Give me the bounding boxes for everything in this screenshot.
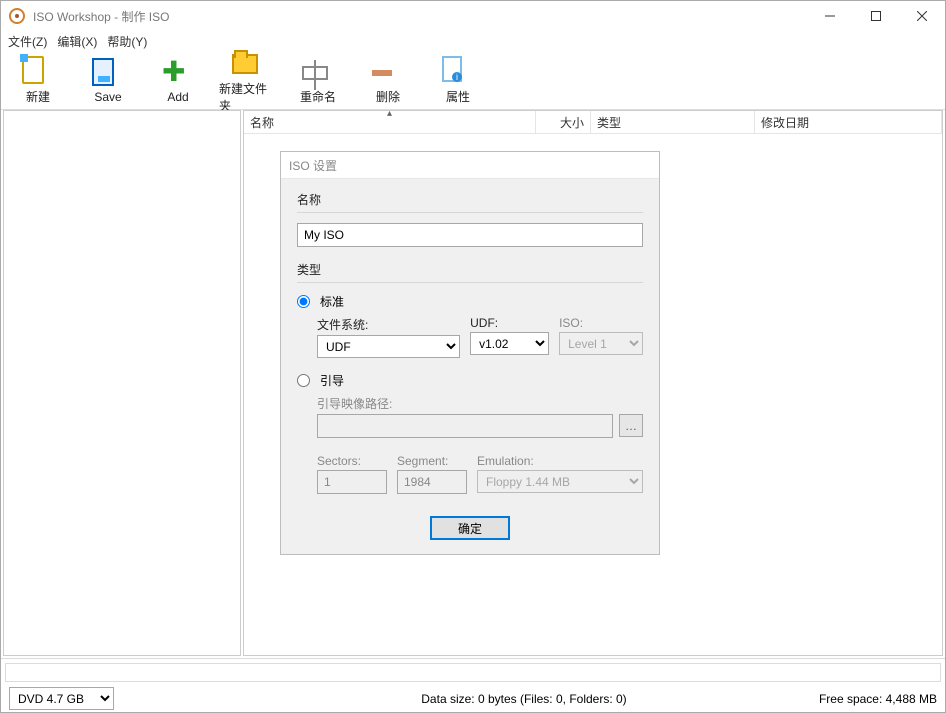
add-button[interactable]: ✚ Add: [149, 58, 207, 104]
footer: DVD 4.7 GB Data size: 0 bytes (Files: 0,…: [1, 685, 945, 712]
menu-help[interactable]: 帮助(Y): [107, 33, 147, 50]
window-title: ISO Workshop - 制作 ISO: [33, 8, 807, 25]
column-name[interactable]: 名称▴: [244, 111, 536, 133]
media-select[interactable]: DVD 4.7 GB: [9, 687, 114, 710]
rename-icon: [302, 56, 334, 88]
new-folder-label: 新建文件夹: [219, 80, 277, 114]
delete-label: 删除: [376, 88, 400, 105]
delete-icon: [372, 56, 404, 88]
title-bar: ISO Workshop - 制作 ISO: [1, 1, 945, 31]
toolbar: 新建 Save ✚ Add 新建文件夹 重命名 删除 属性: [1, 52, 945, 110]
new-label: 新建: [26, 88, 50, 105]
main-area: 名称▴ 大小 类型 修改日期 ISO 设置 名称 类型: [1, 110, 945, 658]
list-header: 名称▴ 大小 类型 修改日期: [244, 111, 942, 134]
menu-file[interactable]: 文件(Z): [8, 33, 47, 50]
status-bar: [1, 658, 945, 685]
list-pane: 名称▴ 大小 类型 修改日期 ISO 设置 名称 类型: [243, 110, 943, 656]
new-folder-button[interactable]: 新建文件夹: [219, 48, 277, 114]
column-date[interactable]: 修改日期: [755, 111, 942, 133]
plus-icon: ✚: [162, 58, 194, 90]
rename-button[interactable]: 重命名: [289, 56, 347, 105]
save-button[interactable]: Save: [79, 58, 137, 104]
tree-pane[interactable]: [3, 110, 241, 656]
column-size[interactable]: 大小: [536, 111, 591, 133]
menu-bar: 文件(Z) 编辑(X) 帮助(Y): [1, 31, 945, 52]
properties-button[interactable]: 属性: [429, 56, 487, 105]
new-file-icon: [22, 56, 54, 88]
window-controls: [807, 1, 945, 31]
column-type[interactable]: 类型: [591, 111, 755, 133]
menu-edit[interactable]: 编辑(X): [57, 33, 97, 50]
app-icon: [9, 8, 25, 24]
free-space-text: Free space: 4,488 MB: [819, 692, 937, 706]
close-button[interactable]: [899, 1, 945, 31]
add-label: Add: [167, 90, 188, 104]
new-button[interactable]: 新建: [9, 56, 67, 105]
rename-label: 重命名: [300, 88, 336, 105]
minimize-button[interactable]: [807, 1, 853, 31]
properties-icon: [442, 56, 474, 88]
properties-label: 属性: [446, 88, 470, 105]
folder-icon: [232, 48, 264, 80]
data-size-text: Data size: 0 bytes (Files: 0, Folders: 0…: [130, 692, 803, 706]
status-inner: [5, 663, 941, 682]
sort-asc-icon: ▴: [387, 110, 392, 119]
save-icon: [92, 58, 124, 90]
list-body[interactable]: [244, 134, 942, 655]
maximize-button[interactable]: [853, 1, 899, 31]
save-label: Save: [94, 90, 121, 104]
delete-button[interactable]: 删除: [359, 56, 417, 105]
